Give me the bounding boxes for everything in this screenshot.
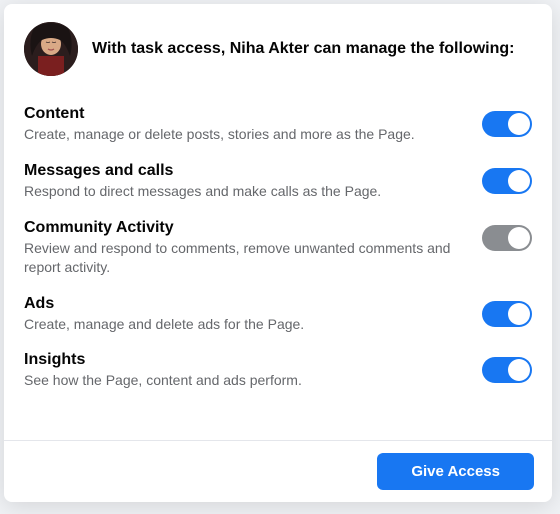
permission-description: Respond to direct messages and make call… <box>24 182 464 201</box>
task-access-modal: With task access, Niha Akter can manage … <box>4 4 552 502</box>
permission-title: Insights <box>24 351 464 369</box>
give-access-button[interactable]: Give Access <box>377 453 534 490</box>
permission-row-community: Community Activity Review and respond to… <box>24 210 532 286</box>
permission-text: Ads Create, manage and delete ads for th… <box>24 295 464 334</box>
toggle-community[interactable] <box>482 225 532 251</box>
permissions-list: Content Create, manage or delete posts, … <box>4 90 552 440</box>
permission-text: Insights See how the Page, content and a… <box>24 351 464 390</box>
toggle-messages[interactable] <box>482 168 532 194</box>
modal-header: With task access, Niha Akter can manage … <box>4 4 552 90</box>
permission-text: Community Activity Review and respond to… <box>24 219 464 277</box>
toggle-insights[interactable] <box>482 357 532 383</box>
permission-text: Messages and calls Respond to direct mes… <box>24 162 464 201</box>
user-avatar <box>24 22 78 76</box>
permission-text: Content Create, manage or delete posts, … <box>24 105 464 144</box>
permission-row-content: Content Create, manage or delete posts, … <box>24 96 532 153</box>
permission-description: Review and respond to comments, remove u… <box>24 239 464 277</box>
toggle-content[interactable] <box>482 111 532 137</box>
permission-title: Content <box>24 105 464 123</box>
permission-description: See how the Page, content and ads perfor… <box>24 371 464 390</box>
permission-row-ads: Ads Create, manage and delete ads for th… <box>24 286 532 343</box>
permission-row-messages: Messages and calls Respond to direct mes… <box>24 153 532 210</box>
permission-row-insights: Insights See how the Page, content and a… <box>24 342 532 399</box>
header-title: With task access, Niha Akter can manage … <box>92 40 514 58</box>
modal-footer: Give Access <box>4 440 552 502</box>
permission-description: Create, manage or delete posts, stories … <box>24 125 464 144</box>
permission-description: Create, manage and delete ads for the Pa… <box>24 315 464 334</box>
avatar-image <box>24 22 78 76</box>
permission-title: Ads <box>24 295 464 313</box>
permission-title: Community Activity <box>24 219 464 237</box>
toggle-ads[interactable] <box>482 301 532 327</box>
permission-title: Messages and calls <box>24 162 464 180</box>
